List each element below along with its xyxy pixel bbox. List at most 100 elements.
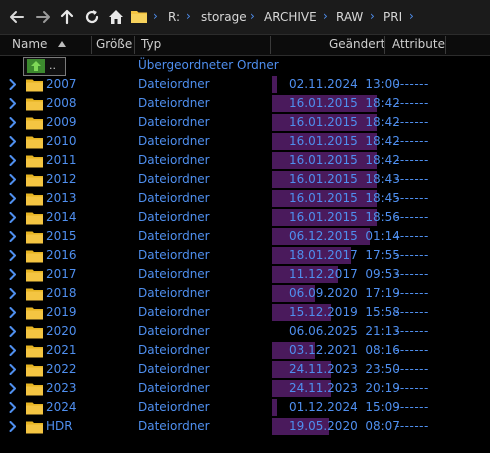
- folder-icon: [26, 269, 43, 282]
- path-segment-raw[interactable]: RAW: [336, 10, 363, 24]
- attributes: -------: [395, 343, 429, 357]
- chevron-right-icon[interactable]: [9, 98, 17, 109]
- folder-row[interactable]: 2012 Dateiordner 16.01.2015 18:43 -------: [0, 170, 490, 189]
- refresh-button[interactable]: [81, 6, 103, 28]
- folder-name[interactable]: 2019: [46, 305, 77, 319]
- folder-name[interactable]: 2008: [46, 96, 77, 110]
- folder-row[interactable]: 2022 Dateiordner 24.11.2023 23:50 -------: [0, 360, 490, 379]
- folder-row[interactable]: 2011 Dateiordner 16.01.2015 18:42 -------: [0, 151, 490, 170]
- modified-date: 01.12.2024 15:09: [289, 400, 400, 414]
- path-segment-drive[interactable]: R:: [168, 10, 180, 24]
- home-button[interactable]: [105, 6, 127, 28]
- parent-folder-row[interactable]: .. Übergeordneter Ordner: [0, 56, 490, 76]
- folder-name[interactable]: 2018: [46, 286, 77, 300]
- folder-name[interactable]: 2009: [46, 115, 77, 129]
- folder-row[interactable]: 2024 Dateiordner 01.12.2024 15:09 -------: [0, 398, 490, 417]
- chevron-right-icon[interactable]: [9, 326, 17, 337]
- folder-row[interactable]: 2010 Dateiordner 16.01.2015 18:42 -------: [0, 132, 490, 151]
- folder-type: Dateiordner: [138, 153, 210, 167]
- folder-row[interactable]: 2007 Dateiordner 02.11.2024 13:00 -------: [0, 75, 490, 94]
- folder-name[interactable]: 2024: [46, 400, 77, 414]
- folder-name[interactable]: 2021: [46, 343, 77, 357]
- chevron-right-icon[interactable]: [9, 212, 17, 223]
- chevron-right-icon[interactable]: [9, 383, 17, 394]
- modified-date: 18.01.2017 17:55: [289, 248, 400, 262]
- folder-name[interactable]: 2007: [46, 77, 77, 91]
- folder-icon: [26, 250, 43, 263]
- chevron-right-icon[interactable]: [9, 79, 17, 90]
- folder-name[interactable]: 2010: [46, 134, 77, 148]
- folder-row[interactable]: 2014 Dateiordner 16.01.2015 18:56 -------: [0, 208, 490, 227]
- attributes: -------: [395, 381, 429, 395]
- modified-date: 15.12.2019 15:58: [289, 305, 400, 319]
- chevron-right-icon[interactable]: [9, 155, 17, 166]
- attributes: -------: [395, 77, 429, 91]
- folder-name[interactable]: 2016: [46, 248, 77, 262]
- column-size[interactable]: Größe: [96, 37, 132, 51]
- folder-name[interactable]: 2014: [46, 210, 77, 224]
- up-level-button[interactable]: [56, 6, 78, 28]
- folder-row[interactable]: 2009 Dateiordner 16.01.2015 18:42 -------: [0, 113, 490, 132]
- folder-row[interactable]: 2015 Dateiordner 06.12.2015 01:14 -------: [0, 227, 490, 246]
- modified-date: 06.09.2020 17:19: [289, 286, 400, 300]
- folder-name[interactable]: 2011: [46, 153, 77, 167]
- folder-icon: [26, 231, 43, 244]
- folder-name[interactable]: 2013: [46, 191, 77, 205]
- column-name[interactable]: Name: [12, 37, 47, 51]
- path-segment-pri[interactable]: PRI: [383, 10, 402, 24]
- folder-icon: [26, 288, 43, 301]
- path-segment-archive[interactable]: ARCHIVE: [264, 10, 317, 24]
- folder-row[interactable]: 2013 Dateiordner 16.01.2015 18:45 -------: [0, 189, 490, 208]
- chevron-right-icon[interactable]: [9, 288, 17, 299]
- path-separator: ›: [186, 9, 191, 23]
- column-type[interactable]: Typ: [141, 37, 161, 51]
- folder-row[interactable]: 2008 Dateiordner 16.01.2015 18:42 -------: [0, 94, 490, 113]
- chevron-right-icon[interactable]: [9, 250, 17, 261]
- attributes: -------: [395, 191, 429, 205]
- folder-row[interactable]: 2017 Dateiordner 11.12.2017 09:53 -------: [0, 265, 490, 284]
- folder-name[interactable]: 2020: [46, 324, 77, 338]
- folder-icon: [26, 117, 43, 130]
- path-separator: ›: [409, 9, 414, 23]
- parent-folder-button[interactable]: ..: [23, 57, 66, 76]
- folder-name[interactable]: 2017: [46, 267, 77, 281]
- chevron-right-icon[interactable]: [9, 136, 17, 147]
- folder-icon: [131, 11, 147, 23]
- forward-button[interactable]: [32, 6, 54, 28]
- modified-date: 16.01.2015 18:42: [289, 115, 400, 129]
- folder-name[interactable]: 2015: [46, 229, 77, 243]
- folder-row[interactable]: HDR Dateiordner 19.05.2020 08:07 -------: [0, 417, 490, 436]
- chevron-right-icon[interactable]: [9, 174, 17, 185]
- column-attributes[interactable]: Attribute: [392, 37, 445, 51]
- chevron-right-icon[interactable]: [9, 117, 17, 128]
- folder-icon: [26, 212, 43, 225]
- folder-row[interactable]: 2016 Dateiordner 18.01.2017 17:55 -------: [0, 246, 490, 265]
- folder-name[interactable]: 2012: [46, 172, 77, 186]
- folder-row[interactable]: 2019 Dateiordner 15.12.2019 15:58 -------: [0, 303, 490, 322]
- attributes: -------: [395, 286, 429, 300]
- folder-row[interactable]: 2020 Dateiordner 06.06.2025 21:13 -------: [0, 322, 490, 341]
- chevron-right-icon[interactable]: [9, 193, 17, 204]
- chevron-right-icon[interactable]: [9, 307, 17, 318]
- chevron-right-icon[interactable]: [9, 269, 17, 280]
- modified-date: 02.11.2024 13:00: [289, 77, 400, 91]
- attributes: -------: [395, 305, 429, 319]
- folder-type: Dateiordner: [138, 229, 210, 243]
- folder-row[interactable]: 2018 Dateiordner 06.09.2020 17:19 -------: [0, 284, 490, 303]
- chevron-right-icon[interactable]: [9, 402, 17, 413]
- attributes: -------: [395, 362, 429, 376]
- column-modified[interactable]: Geändert: [329, 37, 385, 51]
- back-button[interactable]: [6, 6, 28, 28]
- chevron-right-icon[interactable]: [9, 421, 17, 432]
- chevron-right-icon[interactable]: [9, 345, 17, 356]
- chevron-right-icon[interactable]: [9, 364, 17, 375]
- path-segment-storage[interactable]: storage: [201, 10, 247, 24]
- folder-name[interactable]: 2023: [46, 381, 77, 395]
- folder-name[interactable]: 2022: [46, 362, 77, 376]
- folder-row[interactable]: 2023 Dateiordner 24.11.2023 20:19 -------: [0, 379, 490, 398]
- folder-row[interactable]: 2021 Dateiordner 03.12.2021 08:16 -------: [0, 341, 490, 360]
- folder-name[interactable]: HDR: [46, 419, 73, 433]
- chevron-right-icon[interactable]: [9, 231, 17, 242]
- parent-folder-icon: [27, 59, 45, 73]
- modified-activity-fill: [272, 399, 277, 416]
